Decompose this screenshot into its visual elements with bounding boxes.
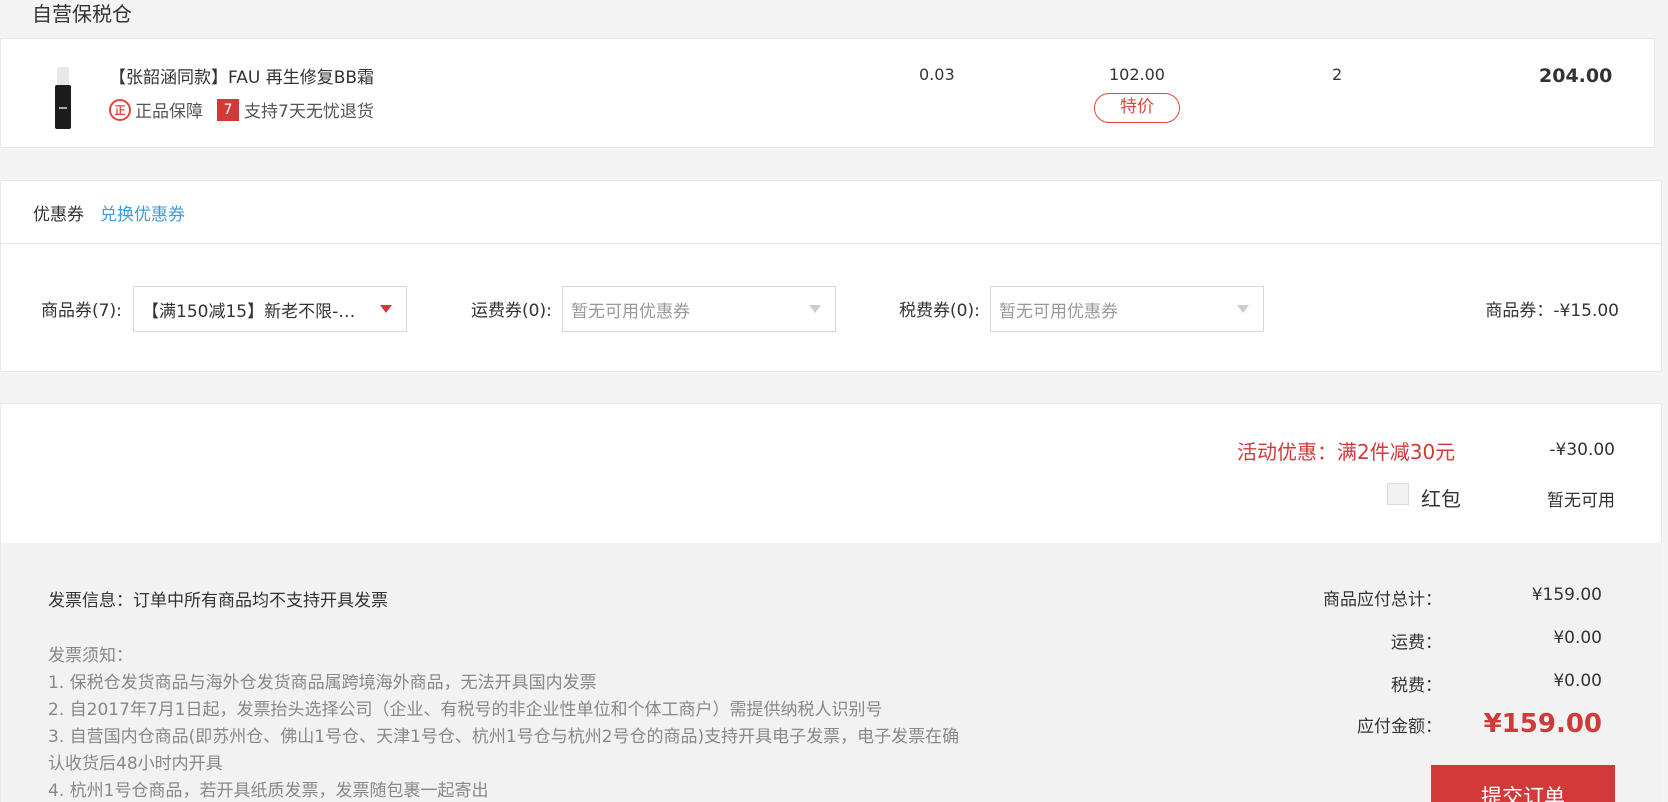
product-price: 102.00 (1109, 65, 1165, 84)
payable-label: 应付金额： (1357, 716, 1442, 737)
red-packet-label[interactable]: 红包 (1421, 483, 1461, 512)
goods-coupon-label: 商品券(7): (41, 301, 122, 321)
submit-order-button[interactable]: 提交订单 (1431, 765, 1615, 802)
product-tax: 0.03 (919, 65, 955, 84)
product-name[interactable]: 【张韶涵同款】FAU 再生修复BB霜 (109, 63, 374, 88)
goods-total-value: ¥159.00 (1531, 585, 1602, 605)
invoice-notes: 发票须知： 1. 保税仓发货商品与海外仓发货商品属跨境海外商品，无法开具国内发票… (48, 643, 1028, 802)
invoice-info: 发票信息：订单中所有商品均不支持开具发票 (48, 591, 388, 611)
bottle-cap-shape (57, 67, 69, 87)
coupon-title: 优惠券 (33, 204, 84, 225)
shipping-value: ¥0.00 (1553, 628, 1602, 648)
product-row: 【张韶涵同款】FAU 再生修复BB霜 正 正品保障 7 支持7天无忧退货 0.0… (0, 38, 1655, 148)
tax-label: 税费： (1391, 676, 1442, 696)
product-thumbnail[interactable] (53, 67, 73, 129)
invoice-note: 3. 自营国内仓商品(即苏州仓、佛山1号仓、天津1号仓、杭州1号仓与杭州2号仓的… (48, 727, 960, 747)
bottle-label-shape (59, 107, 67, 109)
goods-coupon-value: 【满150减15】新老不限-满150减15 (142, 301, 372, 322)
product-badges: 正 正品保障 7 支持7天无忧退货 (109, 97, 374, 122)
return-label: 支持7天无忧退货 (244, 102, 374, 122)
activity-discount-amount: -¥30.00 (1549, 440, 1615, 460)
shipping-coupon-label: 运费券(0): (471, 301, 552, 321)
tax-coupon-select[interactable]: 暂无可用优惠券 (990, 286, 1264, 332)
coupon-header: 优惠券 兑换优惠券 (1, 181, 1661, 244)
order-confirm-page: 自营保税仓 【张韶涵同款】FAU 再生修复BB霜 正 正品保障 7 支持7天无忧… (0, 0, 1668, 802)
genuine-label: 正品保障 (135, 102, 203, 122)
invoice-note: 认收货后48小时内开具 (48, 754, 223, 774)
payable-row: 应付金额： ¥159.00 (1242, 709, 1602, 739)
product-quantity: 2 (1332, 65, 1343, 84)
goods-coupon-select[interactable]: 【满150减15】新老不限-满150减15 (133, 286, 407, 332)
invoice-summary-section: 发票信息：订单中所有商品均不支持开具发票 发票须知： 1. 保税仓发货商品与海外… (0, 543, 1662, 802)
shipping-coupon-select[interactable]: 暂无可用优惠券 (562, 286, 836, 332)
tax-value: ¥0.00 (1553, 671, 1602, 691)
red-packet-checkbox[interactable] (1387, 483, 1409, 505)
invoice-notes-title: 发票须知： (48, 646, 133, 666)
coupon-section: 优惠券 兑换优惠券 商品券(7): 运费券(0): 税费券(0): 商品券：-¥… (0, 180, 1662, 372)
invoice-note: 2. 自2017年7月1日起，发票抬头选择公司（企业、有税号的非企业性单位和个体… (48, 700, 883, 720)
shipping-coupon-value: 暂无可用优惠券 (571, 301, 690, 322)
activity-discount-label: 活动优惠：满2件减30元 (1237, 440, 1456, 464)
invoice-note: 1. 保税仓发货商品与海外仓发货商品属跨境海外商品，无法开具国内发票 (48, 673, 597, 693)
chevron-down-icon (809, 305, 821, 313)
tax-coupon-value: 暂无可用优惠券 (999, 301, 1118, 322)
goods-total-row: 商品应付总计： ¥159.00 (1242, 585, 1602, 610)
payable-value: ¥159.00 (1483, 709, 1602, 739)
genuine-icon: 正 (109, 98, 131, 121)
goods-total-label: 商品应付总计： (1323, 590, 1442, 610)
red-packet-value: 暂无可用 (1547, 491, 1615, 511)
chevron-down-icon (1237, 305, 1249, 313)
tax-coupon-label: 税费券(0): (899, 301, 980, 321)
invoice-note: 4. 杭州1号仓商品，若开具纸质发票，发票随包裹一起寄出 (48, 781, 489, 801)
redeem-coupon-link[interactable]: 兑换优惠券 (100, 200, 185, 225)
shipping-row: 运费： ¥0.00 (1242, 628, 1602, 653)
tax-row: 税费： ¥0.00 (1242, 671, 1602, 696)
seven-day-return-icon: 7 (217, 98, 239, 121)
promotion-section: 活动优惠：满2件减30元 -¥30.00 红包 暂无可用 (0, 403, 1662, 543)
shipping-label: 运费： (1391, 633, 1442, 653)
coupon-discount-summary: 商品券：-¥15.00 (1485, 301, 1619, 321)
warehouse-title: 自营保税仓 (32, 2, 132, 26)
product-subtotal: 204.00 (1539, 65, 1613, 87)
chevron-down-icon (380, 305, 392, 313)
special-price-badge: 特价 (1094, 93, 1180, 123)
